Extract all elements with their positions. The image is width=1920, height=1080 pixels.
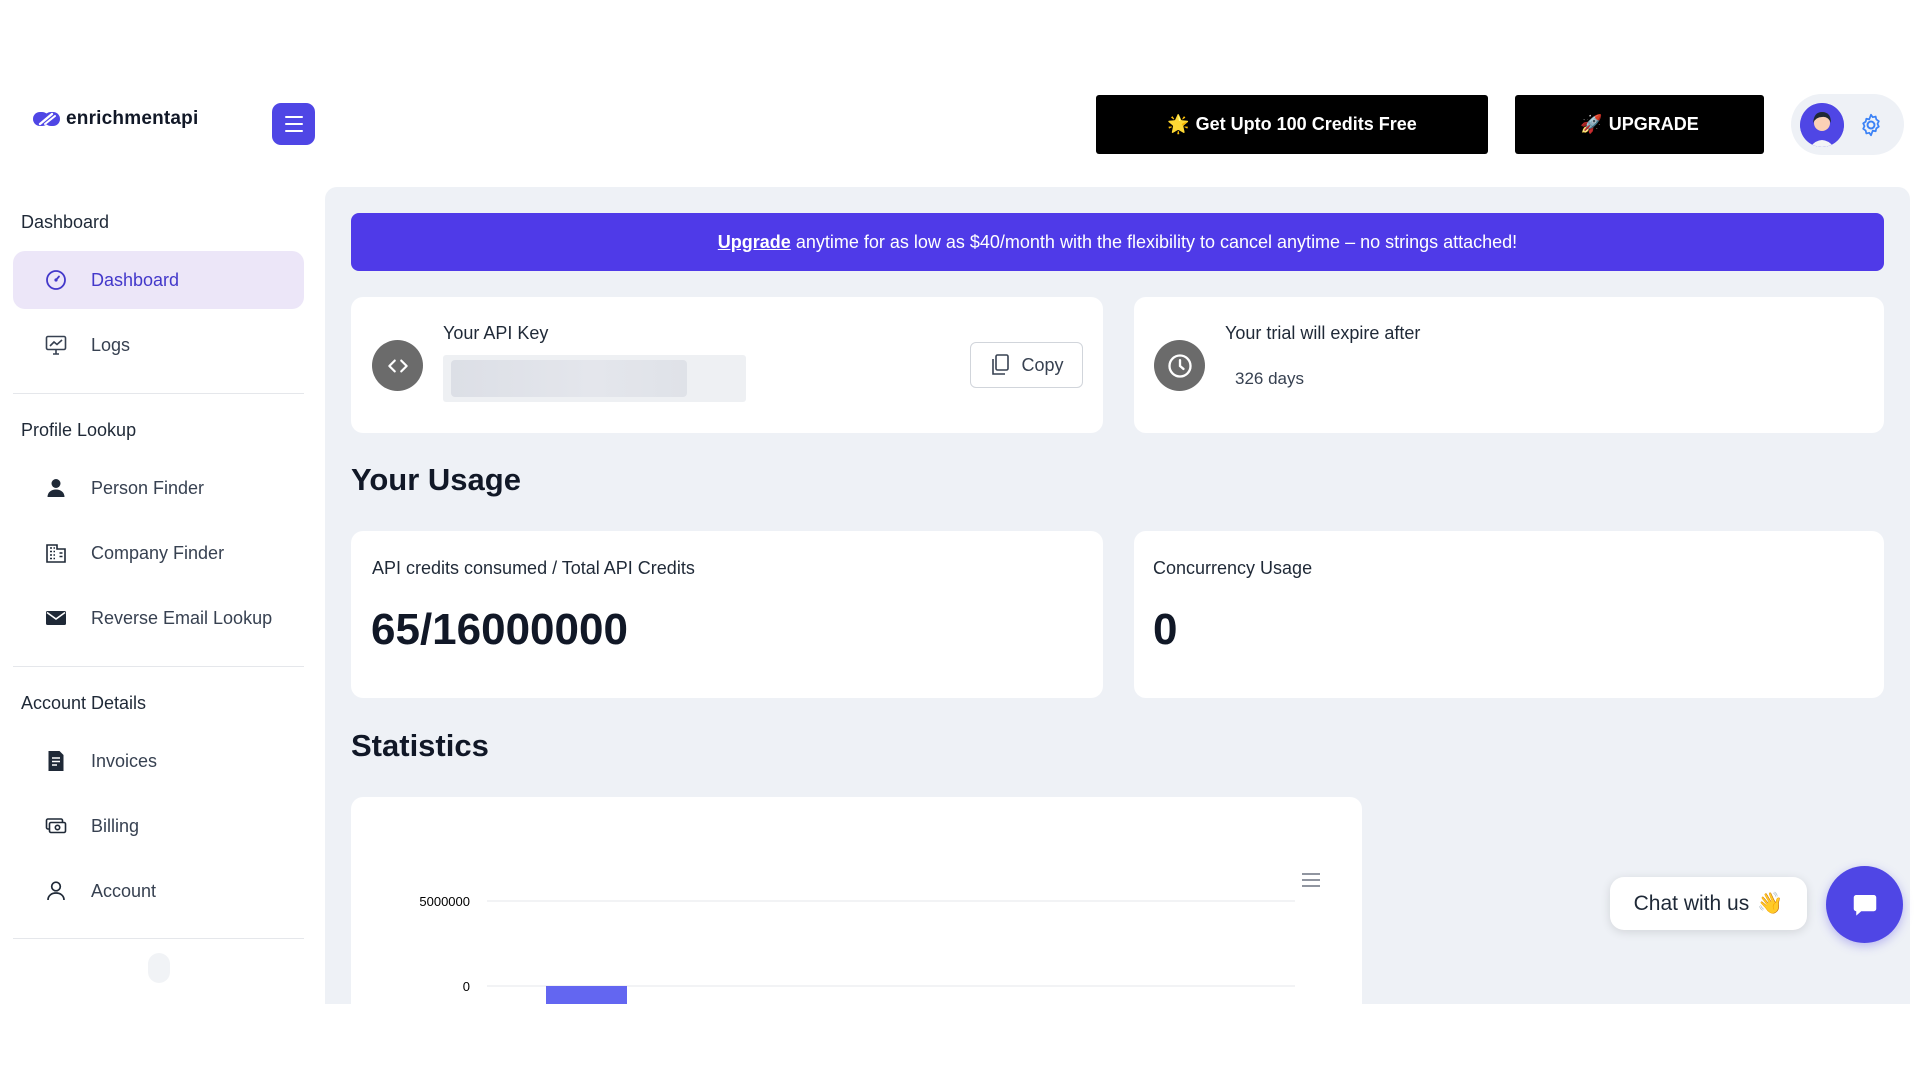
upgrade-button[interactable]: 🚀 UPGRADE (1515, 95, 1764, 154)
sidebar-section-account-details: Account Details (21, 693, 147, 713)
rocket-emoji-icon: 🚀 (1580, 114, 1603, 134)
sidebar-divider (13, 393, 304, 394)
star-emoji-icon: 🌟 (1167, 114, 1190, 134)
money-icon (43, 813, 69, 839)
statistics-chart: 5000000 0 (419, 869, 1321, 1004)
person-icon (43, 475, 69, 501)
logo[interactable]: enrichmentapi (32, 108, 198, 130)
credits-value: 65/16000000 (371, 605, 628, 654)
hamburger-icon (284, 114, 303, 135)
dashboard-gauge-icon (43, 267, 69, 293)
sidebar-item-label: Reverse Email Lookup (91, 607, 273, 628)
sidebar-item-label: Billing (91, 815, 140, 836)
chat-bubble-icon (1853, 894, 1876, 916)
get-free-credits-label: Get Upto 100 Credits Free (1195, 114, 1417, 134)
sidebar-item-account[interactable]: Account (13, 862, 304, 920)
sidebar-item-label: Company Finder (91, 542, 225, 563)
chart-y-tick-label: 5000000 (419, 894, 470, 909)
upgrade-label: UPGRADE (1608, 114, 1699, 134)
upgrade-link[interactable]: Upgrade (718, 232, 791, 253)
user-outline-icon (43, 878, 69, 904)
credits-usage-card: API credits consumed / Total API Credits… (351, 531, 1103, 698)
clock-icon (1154, 340, 1205, 391)
sidebar-item-logs[interactable]: Logs (13, 316, 304, 374)
api-key-field[interactable] (443, 355, 746, 402)
api-key-label: Your API Key (443, 323, 549, 343)
user-menu (1791, 94, 1904, 155)
chart-y-tick-label: 0 (463, 979, 470, 994)
get-free-credits-button[interactable]: 🌟 Get Upto 100 Credits Free (1096, 95, 1488, 154)
statistics-chart-card: 5000000 0 (351, 797, 1362, 1027)
chat-with-us-bubble[interactable]: Chat with us 👋 (1610, 877, 1807, 930)
trial-card: Your trial will expire after 326 days (1134, 297, 1884, 433)
invoice-document-icon (43, 748, 69, 774)
sidebar-divider (13, 938, 304, 939)
sidebar-item-label: Logs (91, 334, 131, 355)
concurrency-usage-card: Concurrency Usage 0 (1134, 531, 1884, 698)
chart-bar[interactable] (546, 985, 627, 1004)
sidebar-divider (13, 666, 304, 667)
trial-days-value: 326 days (1235, 369, 1304, 388)
sidebar-section-profile-lookup: Profile Lookup (21, 420, 137, 440)
sidebar-item-label: Person Finder (91, 477, 205, 498)
waving-hand-icon: 👋 (1757, 891, 1784, 915)
upgrade-banner: Upgrade anytime for as low as $40/month … (351, 213, 1884, 271)
code-icon (372, 340, 423, 391)
chat-with-us-label: Chat with us (1633, 891, 1750, 915)
sidebar-item-dashboard[interactable]: Dashboard (13, 251, 304, 309)
chart-menu-icon[interactable] (1299, 869, 1321, 891)
concurrency-value: 0 (1153, 605, 1178, 654)
sidebar-item-company-finder[interactable]: Company Finder (13, 524, 304, 582)
copy-icon (992, 354, 1010, 375)
gear-icon[interactable] (1858, 112, 1884, 138)
usage-title: Your Usage (351, 462, 521, 497)
upgrade-banner-text: anytime for as low as $40/month with the… (795, 231, 1518, 252)
sidebar-item-label: Dashboard (91, 269, 180, 290)
avatar[interactable] (1800, 102, 1844, 147)
api-key-card: Your API Key Copy (351, 297, 1103, 433)
sidebar-section-dashboard: Dashboard (21, 212, 110, 232)
credits-label: API credits consumed / Total API Credits (372, 558, 695, 578)
copy-api-key-button[interactable]: Copy (970, 342, 1083, 388)
statistics-title: Statistics (351, 728, 489, 763)
envelope-icon (43, 605, 69, 631)
sidebar-item-person-finder[interactable]: Person Finder (13, 459, 304, 517)
logo-mark-icon (33, 112, 60, 126)
sidebar-collapse-handle[interactable] (148, 953, 170, 983)
user-avatar-icon (1800, 102, 1844, 147)
sidebar-item-label: Account (91, 880, 157, 901)
trial-label: Your trial will expire after (1225, 323, 1421, 343)
api-key-masked-value (451, 360, 687, 397)
menu-toggle-button[interactable] (272, 103, 315, 145)
building-icon (43, 540, 69, 566)
copy-label: Copy (1021, 354, 1064, 375)
concurrency-label: Concurrency Usage (1153, 558, 1313, 578)
sidebar-item-reverse-email-lookup[interactable]: Reverse Email Lookup (13, 589, 304, 647)
logo-text: enrichmentapi (66, 108, 199, 129)
sidebar-item-billing[interactable]: Billing (13, 797, 304, 855)
sidebar-item-label: Invoices (91, 750, 158, 771)
sidebar-item-invoices[interactable]: Invoices (13, 732, 304, 790)
monitor-chart-icon (43, 332, 69, 358)
chat-launcher-button[interactable] (1826, 866, 1903, 943)
